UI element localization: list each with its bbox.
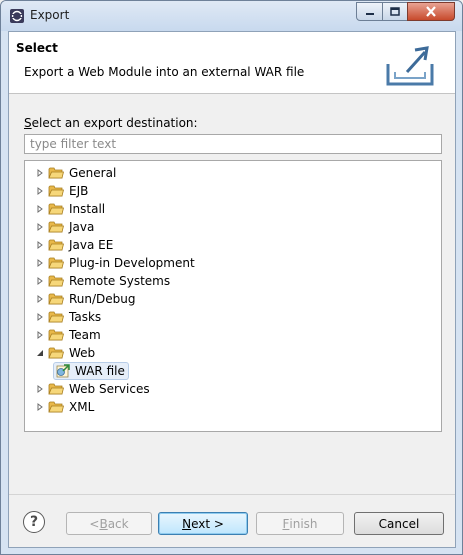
- next-button[interactable]: Next >: [158, 512, 248, 535]
- tree-item-label: Run/Debug: [69, 292, 136, 306]
- tree-item-xml[interactable]: XML: [35, 398, 94, 416]
- expand-arrow-icon[interactable]: [35, 186, 45, 196]
- folder-icon: [48, 221, 64, 233]
- folder-icon: [48, 185, 64, 197]
- back-prefix: <: [89, 516, 100, 531]
- tree-item-label: Tasks: [69, 310, 102, 324]
- back-button[interactable]: < Back: [66, 512, 152, 535]
- expand-arrow-icon[interactable]: [35, 258, 45, 268]
- tree-item-tasks[interactable]: Tasks: [35, 308, 101, 326]
- maximize-button[interactable]: [382, 2, 408, 21]
- next-mnemonic: N: [182, 516, 192, 531]
- expand-arrow-icon[interactable]: [35, 222, 45, 232]
- export-destination-label: Select an export destination:: [24, 116, 198, 130]
- expand-arrow-icon[interactable]: [35, 168, 45, 178]
- tree-item-install[interactable]: Install: [35, 200, 105, 218]
- expand-arrow-icon[interactable]: [35, 204, 45, 214]
- maximize-icon: [390, 7, 400, 16]
- tree-item-label: Java: [69, 220, 95, 234]
- close-button[interactable]: [407, 2, 455, 21]
- folder-icon: [48, 239, 64, 251]
- war-file-icon: [56, 364, 70, 378]
- tree-item-label: Remote Systems: [69, 274, 171, 288]
- folder-icon: [48, 383, 64, 395]
- export-dialog: Export Select Export a Web Module into a…: [0, 0, 463, 555]
- folder-icon: [48, 401, 64, 413]
- expand-arrow-icon[interactable]: [35, 294, 45, 304]
- folder-icon: [48, 257, 64, 269]
- title-bar[interactable]: Export: [1, 1, 462, 31]
- help-button[interactable]: ?: [23, 511, 45, 533]
- expand-arrow-icon[interactable]: [35, 276, 45, 286]
- export-wizard-tree[interactable]: General EJB Install Java Java EE Plug-in Deve…: [24, 160, 442, 432]
- tree-item-label: General: [69, 166, 117, 180]
- folder-icon: [48, 275, 64, 287]
- finish-button[interactable]: Finish: [256, 512, 344, 535]
- finish-text: inish: [289, 516, 318, 531]
- export-wizard-icon: [386, 46, 434, 86]
- minimize-button[interactable]: [356, 2, 383, 21]
- folder-icon: [48, 329, 64, 341]
- tree-item-web-services[interactable]: Web Services: [35, 380, 150, 398]
- expand-arrow-icon[interactable]: [35, 312, 45, 322]
- page-title: Select: [16, 41, 58, 55]
- tree-item-label: WAR file: [75, 364, 125, 378]
- back-mnemonic: B: [99, 516, 108, 531]
- label-text: elect an export destination:: [31, 116, 198, 130]
- label-mnemonic: S: [24, 116, 32, 130]
- expand-arrow-icon[interactable]: [35, 402, 45, 412]
- cancel-button[interactable]: Cancel: [354, 512, 444, 535]
- tree-item-label: Web Services: [69, 382, 150, 396]
- wizard-header: Select Export a Web Module into an exter…: [9, 32, 455, 94]
- collapse-arrow-icon[interactable]: [35, 348, 45, 358]
- tree-item-label: Plug-in Development: [69, 256, 195, 270]
- tree-item-java[interactable]: Java: [35, 218, 94, 236]
- tree-item-label: XML: [69, 400, 95, 414]
- tree-item-plug-in-development[interactable]: Plug-in Development: [35, 254, 195, 272]
- folder-icon: [48, 293, 64, 305]
- window-title: Export: [30, 8, 70, 22]
- dialog-client-area: Select Export a Web Module into an exter…: [8, 31, 456, 548]
- expand-arrow-icon[interactable]: [35, 330, 45, 340]
- tree-item-label: Java EE: [69, 238, 114, 252]
- tree-item-ejb[interactable]: EJB: [35, 182, 88, 200]
- tree-item-java-ee[interactable]: Java EE: [35, 236, 113, 254]
- back-text: ack: [107, 516, 129, 531]
- tree-item-label: EJB: [69, 184, 89, 198]
- expand-arrow-icon[interactable]: [35, 240, 45, 250]
- tree-item-run-debug[interactable]: Run/Debug: [35, 290, 136, 308]
- tree-item-label: Team: [69, 328, 101, 342]
- tree-item-war-file[interactable]: WAR file: [53, 362, 129, 380]
- expand-arrow-icon[interactable]: [35, 384, 45, 394]
- finish-mnemonic: F: [282, 516, 290, 531]
- tree-item-remote-systems[interactable]: Remote Systems: [35, 272, 170, 290]
- folder-icon: [48, 347, 64, 359]
- folder-icon: [48, 311, 64, 323]
- close-icon: [426, 6, 436, 17]
- page-description: Export a Web Module into an external WAR…: [24, 65, 305, 79]
- eclipse-app-icon: [10, 9, 24, 23]
- footer-separator: [9, 494, 455, 495]
- tree-item-web[interactable]: Web: [35, 344, 95, 362]
- tree-item-team[interactable]: Team: [35, 326, 101, 344]
- folder-icon: [48, 167, 64, 179]
- folder-icon: [48, 203, 64, 215]
- next-text: ext >: [191, 516, 224, 531]
- tree-item-label: Install: [69, 202, 106, 216]
- tree-item-label: Web: [69, 346, 96, 360]
- tree-item-general[interactable]: General: [35, 164, 116, 182]
- minimize-icon: [365, 12, 374, 15]
- filter-input[interactable]: [24, 134, 442, 154]
